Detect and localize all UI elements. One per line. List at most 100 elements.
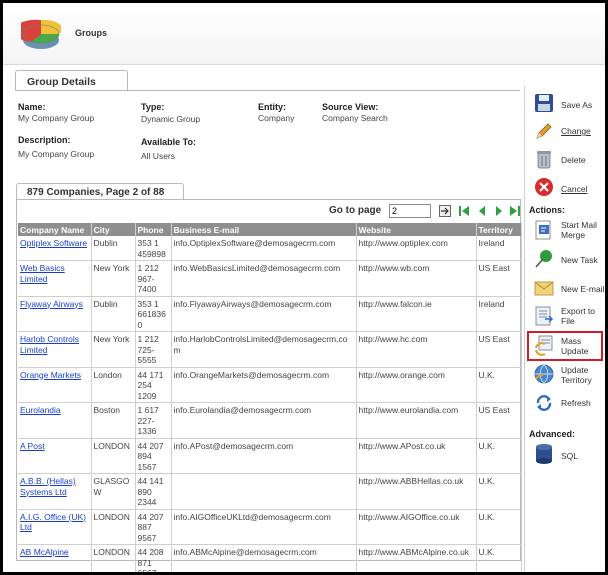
mass-update-button[interactable]: Mass Update bbox=[531, 332, 605, 360]
entity-value: Company bbox=[258, 113, 295, 123]
cell-city: Dublin bbox=[91, 296, 136, 332]
app-header: Groups bbox=[3, 3, 605, 65]
cell-territory: U.K. bbox=[476, 367, 522, 403]
go-button[interactable] bbox=[439, 205, 451, 217]
cancel-icon bbox=[535, 178, 553, 196]
table-row[interactable]: A.I.G. Office (UK) Ltd LONDON 44 207 887 9… bbox=[18, 509, 522, 545]
table-row[interactable]: A.B.B. (Hellas) Systems Ltd GLASGOW 44 141… bbox=[18, 473, 522, 510]
new-email-button[interactable]: New E-mail bbox=[531, 275, 605, 303]
cell-website: http://www.AIGOffice.co.uk bbox=[356, 509, 477, 545]
cell-business-email: info.ABMcAlpine@demosagecrm.com bbox=[171, 544, 357, 572]
mail-merge-icon bbox=[535, 220, 551, 240]
cell-phone: 353 1 6618360 bbox=[135, 296, 172, 332]
cell-company-name[interactable]: Flyaway Airways bbox=[18, 296, 92, 332]
column-header-website[interactable]: Website bbox=[356, 223, 477, 236]
column-header-company-name[interactable]: Company Name bbox=[18, 223, 92, 236]
globe-icon bbox=[534, 364, 554, 384]
last-page-button[interactable] bbox=[509, 205, 521, 217]
cancel-button[interactable]: Cancel bbox=[531, 174, 605, 202]
refresh-button[interactable]: Refresh bbox=[531, 390, 605, 418]
tab-companies[interactable]: 879 Companies, Page 2 of 88 bbox=[16, 183, 184, 200]
pencil-icon bbox=[536, 123, 552, 139]
cell-territory: U.K. bbox=[476, 544, 522, 572]
export-to-file-button[interactable]: Export to File bbox=[531, 303, 605, 331]
first-page-icon bbox=[459, 206, 469, 216]
save-as-button[interactable]: Save As bbox=[531, 90, 605, 118]
export-file-icon bbox=[535, 306, 554, 326]
goto-page-input[interactable] bbox=[389, 204, 431, 218]
table-row[interactable]: Harlob Controls Limited New York 1 212 725… bbox=[18, 331, 522, 368]
trash-can-icon bbox=[537, 151, 551, 169]
next-page-icon bbox=[496, 206, 502, 216]
cell-city: Dublin bbox=[91, 236, 136, 261]
table-row[interactable]: Eurolandia Boston 1 617 227- 1336 info.Euro… bbox=[18, 402, 522, 439]
prev-page-icon bbox=[479, 206, 485, 216]
cell-business-email: info.HarlobControlsLimited@demosagecrm.c… bbox=[171, 331, 357, 368]
type-value: Dynamic Group bbox=[141, 114, 201, 124]
cell-phone: 44 207 894 1567 bbox=[135, 438, 172, 474]
name-value: My Company Group bbox=[18, 113, 95, 123]
cell-city: LONDON bbox=[91, 544, 136, 572]
cell-website: http://www.eurolandia.com bbox=[356, 402, 477, 439]
cell-company-name[interactable]: A.I.G. Office (UK) Ltd bbox=[18, 509, 92, 545]
column-header-business-email[interactable]: Business E-mail bbox=[171, 223, 357, 236]
cell-company-name[interactable]: A Post bbox=[18, 438, 92, 474]
cell-website: http://www.hc.com bbox=[356, 331, 477, 368]
table-row[interactable]: Optiplex Software Dublin 353 1 459898 info.… bbox=[18, 236, 522, 261]
cell-company-name[interactable]: AB McAlpine bbox=[18, 544, 92, 572]
table-row[interactable]: Flyaway Airways Dublin 353 1 6618360 info.F… bbox=[18, 296, 522, 332]
cell-company-name[interactable]: Eurolandia bbox=[18, 402, 92, 439]
table-row[interactable]: Orange Markets London 44 171 254 1209 info.… bbox=[18, 367, 522, 403]
column-header-territory[interactable]: Territory bbox=[476, 223, 522, 236]
update-territory-button[interactable]: Update Territory bbox=[531, 361, 605, 389]
cell-phone: 1 212 967- 7400 bbox=[135, 260, 172, 297]
cell-territory: Ireland bbox=[476, 236, 522, 261]
group-details-panel: Name: My Company Group Type: Dynamic Gro… bbox=[15, 90, 520, 176]
new-email-label: New E-mail bbox=[561, 284, 605, 294]
table-row[interactable]: AB McAlpineLONDON44 208 871 6567info.ABM… bbox=[18, 544, 522, 572]
delete-button[interactable]: Delete bbox=[531, 146, 605, 174]
table-row[interactable]: Web Basics Limited New York 1 212 967- 740… bbox=[18, 260, 522, 297]
cell-phone: 44 171 254 1209 bbox=[135, 367, 172, 403]
cell-business-email bbox=[171, 473, 357, 510]
cell-company-name[interactable]: A.B.B. (Hellas) Systems Ltd bbox=[18, 473, 92, 510]
new-task-button[interactable]: New Task bbox=[531, 246, 605, 274]
cell-city: Boston bbox=[91, 402, 136, 439]
cell-city: LONDON bbox=[91, 438, 136, 474]
cell-territory: U.K. bbox=[476, 509, 522, 545]
cell-city: LONDON bbox=[91, 509, 136, 545]
cell-phone: 353 1 459898 bbox=[135, 236, 172, 261]
cell-company-name[interactable]: Harlob Controls Limited bbox=[18, 331, 92, 368]
cell-company-name[interactable]: Web Basics Limited bbox=[18, 260, 92, 297]
cell-phone: 44 207 887 9567 bbox=[135, 509, 172, 545]
cell-territory: Ireland bbox=[476, 296, 522, 332]
cell-company-name[interactable]: Optiplex Software bbox=[18, 236, 92, 261]
cell-website: http://www.APost.co.uk bbox=[356, 438, 477, 474]
start-mail-merge-button[interactable]: Start Mail Merge bbox=[531, 217, 605, 245]
column-header-city[interactable]: City bbox=[91, 223, 136, 236]
cell-website: http://www.orange.com bbox=[356, 367, 477, 403]
delete-label: Delete bbox=[561, 155, 586, 165]
description-value: My Company Group bbox=[18, 149, 95, 159]
cell-city: New York bbox=[91, 331, 136, 368]
new-task-label: New Task bbox=[561, 255, 598, 265]
mass-update-label: Mass Update bbox=[561, 336, 589, 356]
arrow-right-icon bbox=[441, 207, 449, 215]
cell-company-name[interactable]: Orange Markets bbox=[18, 367, 92, 403]
table-row[interactable]: A Post LONDON 44 207 894 1567 info.APost@de… bbox=[18, 438, 522, 474]
change-button[interactable]: Change bbox=[531, 118, 605, 146]
column-header-phone[interactable]: Phone bbox=[135, 223, 172, 236]
available-to-value: All Users bbox=[141, 151, 176, 161]
cell-city: GLASGOW bbox=[91, 473, 136, 510]
source-view-value: Company Search bbox=[322, 113, 388, 123]
tab-group-details[interactable]: Group Details bbox=[15, 70, 128, 91]
available-to-label: Available To: bbox=[141, 137, 197, 147]
prev-page-button[interactable] bbox=[476, 205, 488, 217]
next-page-button[interactable] bbox=[493, 205, 505, 217]
first-page-button[interactable] bbox=[458, 205, 470, 217]
save-as-label: Save As bbox=[561, 100, 593, 110]
sql-button[interactable]: SQL bbox=[531, 441, 605, 469]
cell-territory: US East bbox=[476, 331, 522, 368]
actions-heading: Actions: bbox=[529, 205, 565, 215]
cell-website: http://www.wb.com bbox=[356, 260, 477, 297]
